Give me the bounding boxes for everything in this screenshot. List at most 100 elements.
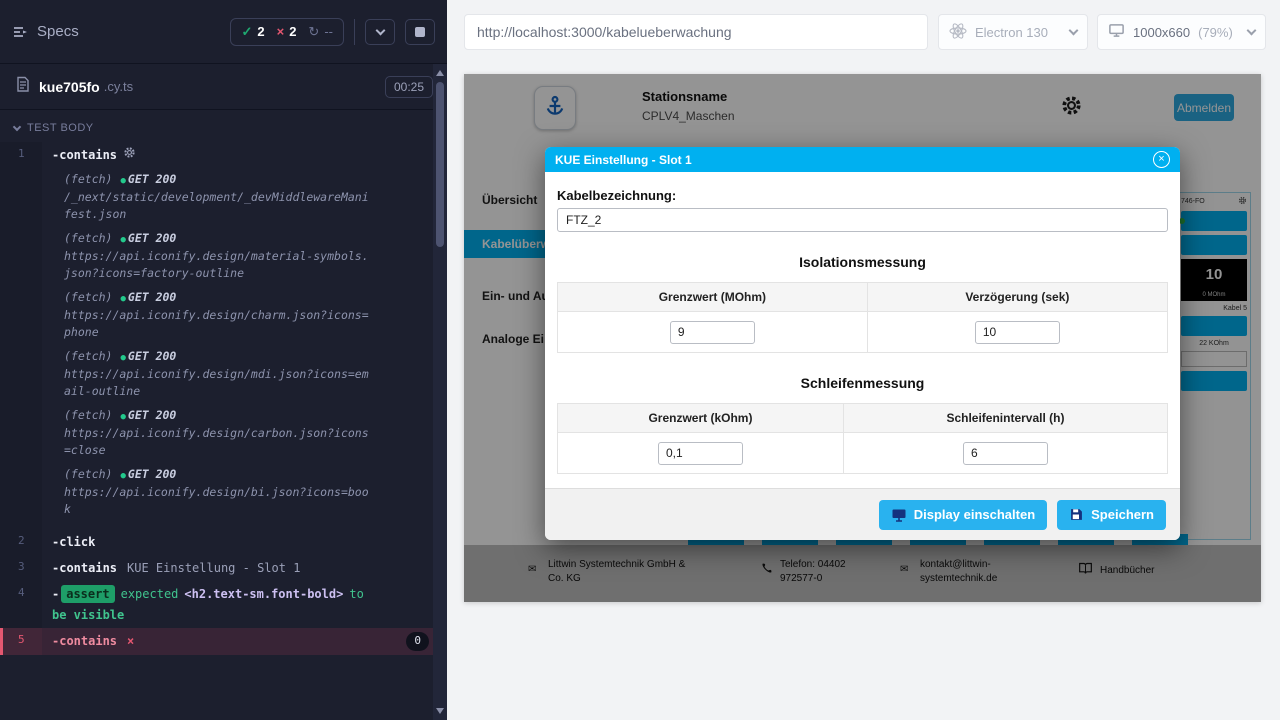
command-number: 3 <box>0 555 42 581</box>
isolation-limit-input[interactable] <box>670 321 755 344</box>
display-on-button[interactable]: Display einschalten <box>879 500 1047 530</box>
chevron-down-icon <box>1069 26 1079 36</box>
column-header: Grenzwert (kOhm) <box>558 404 844 433</box>
fetch-tag: (fetch) <box>64 349 112 363</box>
viewport-select[interactable]: 1000x660 (79%) <box>1097 14 1266 50</box>
fetch-status: GET 200 <box>128 290 176 304</box>
command-row-assert[interactable]: 4 - assert expected <h2.text-sm.font-bol… <box>0 581 447 628</box>
assert-to: to <box>349 585 363 603</box>
scroll-down-icon[interactable] <box>436 708 444 714</box>
scroll-up-icon[interactable] <box>436 70 444 76</box>
browser-select[interactable]: Electron 130 <box>938 14 1088 50</box>
fetch-url: https://api.iconify.design/charm.json?ic… <box>64 307 369 342</box>
isolation-section-title: Isolationsmessung <box>557 254 1168 270</box>
fetch-url: https://api.iconify.design/carbon.json?i… <box>64 425 369 460</box>
collapse-button[interactable] <box>365 19 395 45</box>
fetch-url: https://api.iconify.design/material-symb… <box>64 248 369 283</box>
status-dot-icon: ● <box>120 235 125 245</box>
network-log-entry[interactable]: (fetch)●GET 200 https://api.iconify.desi… <box>64 289 437 341</box>
status-dot-icon: ● <box>120 471 125 481</box>
fetch-tag: (fetch) <box>64 467 112 481</box>
command-dash: - <box>52 585 59 603</box>
fetch-status: GET 200 <box>128 172 176 186</box>
fetch-status: GET 200 <box>128 408 176 422</box>
save-label: Speichern <box>1091 507 1154 522</box>
command-row-contains[interactable]: 1 -contains (fetch)●GET 200 /_next/stati… <box>0 142 447 529</box>
spec-file-icon <box>14 76 30 97</box>
kue-settings-dialog: KUE Einstellung - Slot 1 × Kabelbezeichn… <box>545 147 1180 540</box>
monitor-icon <box>1108 22 1125 42</box>
status-dot-icon: ● <box>120 294 125 304</box>
dialog-header: KUE Einstellung - Slot 1 × <box>545 147 1180 172</box>
cross-icon: × <box>277 24 285 39</box>
stop-button[interactable] <box>405 19 435 45</box>
command-detail: KUE Einstellung - Slot 1 <box>127 559 300 577</box>
fail-count-badge: 0 <box>406 632 429 651</box>
loop-table: Grenzwert (kOhm) Schleifenintervall (h) <box>557 403 1168 474</box>
column-header: Verzögerung (sek) <box>867 283 1167 312</box>
url-input[interactable] <box>464 14 928 50</box>
chevron-down-icon <box>1247 26 1257 36</box>
isolation-table: Grenzwert (MOhm) Verzögerung (sek) <box>557 282 1168 353</box>
spec-duration-badge: 00:25 <box>385 76 433 98</box>
cable-name-label: Kabelbezeichnung: <box>557 188 1168 203</box>
monitor-icon <box>891 507 907 523</box>
fetch-status: GET 200 <box>128 349 176 363</box>
test-stats: ✓ 2 × 2 ↻ -- <box>230 18 344 46</box>
fetch-status: GET 200 <box>128 467 176 481</box>
assert-element: <h2.text-sm.font-bold> <box>184 585 343 603</box>
network-log-entry[interactable]: (fetch)●GET 200 https://api.iconify.desi… <box>64 230 437 282</box>
check-icon: ✓ <box>241 24 252 40</box>
runner-stage: Electron 130 1000x660 (79%) Stationsname… <box>447 0 1280 720</box>
fail-cross-icon: × <box>127 632 134 650</box>
fetch-url: https://api.iconify.design/bi.json?icons… <box>64 484 369 519</box>
status-dot-icon: ● <box>120 176 125 186</box>
viewport-size: 1000x660 <box>1133 25 1190 40</box>
chevron-down-icon <box>13 122 21 130</box>
specs-button[interactable]: Specs <box>12 23 79 40</box>
command-number: 5 <box>3 628 42 655</box>
fetch-tag: (fetch) <box>64 172 112 186</box>
cypress-reporter: Specs ✓ 2 × 2 ↻ -- kue705fo .cy.ts 00:25 <box>0 0 447 720</box>
reporter-header: Specs ✓ 2 × 2 ↻ -- <box>0 0 447 64</box>
command-number: 4 <box>0 581 42 628</box>
command-row-failed[interactable]: 5 -contains × 0 <box>0 628 447 655</box>
floppy-save-icon <box>1069 507 1084 522</box>
command-name: -contains <box>52 632 117 650</box>
fetch-tag: (fetch) <box>64 408 112 422</box>
dialog-title: KUE Einstellung - Slot 1 <box>555 153 692 167</box>
chevron-down-icon <box>375 25 385 35</box>
command-number: 2 <box>0 529 42 555</box>
network-log-entry[interactable]: (fetch) ●GET 200 https://api.iconify.desi… <box>64 407 437 459</box>
save-button[interactable]: Speichern <box>1057 500 1166 530</box>
command-row-click[interactable]: 2 -click <box>0 529 447 555</box>
status-dot-icon: ● <box>120 412 125 422</box>
browser-label: Electron 130 <box>975 25 1048 40</box>
network-log-entry[interactable]: (fetch)●GET 200 /_next/static/developmen… <box>64 171 437 223</box>
specs-label: Specs <box>37 23 79 40</box>
loop-limit-input[interactable] <box>658 442 743 465</box>
test-body-toggle[interactable]: TEST BODY <box>0 110 447 142</box>
scrollbar-thumb[interactable] <box>436 82 444 247</box>
stat-restarts: ↻ -- <box>308 24 333 40</box>
spec-extension: .cy.ts <box>104 79 133 94</box>
specs-list-icon <box>12 24 28 40</box>
stat-passed: ✓ 2 <box>241 24 264 40</box>
loop-interval-input[interactable] <box>963 442 1048 465</box>
spec-name: kue705fo <box>39 79 100 95</box>
cable-name-input[interactable] <box>557 208 1168 232</box>
reporter-scrollbar[interactable] <box>433 64 447 720</box>
column-header: Grenzwert (MOhm) <box>558 283 868 312</box>
command-number: 1 <box>0 142 42 529</box>
divider <box>354 19 355 45</box>
network-log-entry[interactable]: (fetch)●GET 200 https://api.iconify.desi… <box>64 348 437 400</box>
command-log: 1 -contains (fetch)●GET 200 /_next/stati… <box>0 142 447 655</box>
isolation-delay-input[interactable] <box>975 321 1060 344</box>
network-log-entry[interactable]: (fetch) ●GET 200 https://api.iconify.desi… <box>64 466 437 518</box>
status-dot-icon: ● <box>120 353 125 363</box>
electron-icon <box>949 22 967 43</box>
close-icon[interactable]: × <box>1153 151 1170 168</box>
spec-file-row[interactable]: kue705fo .cy.ts 00:25 <box>0 64 447 110</box>
restart-icon: ↻ <box>308 24 319 40</box>
command-row-contains[interactable]: 3 -contains KUE Einstellung - Slot 1 <box>0 555 447 581</box>
